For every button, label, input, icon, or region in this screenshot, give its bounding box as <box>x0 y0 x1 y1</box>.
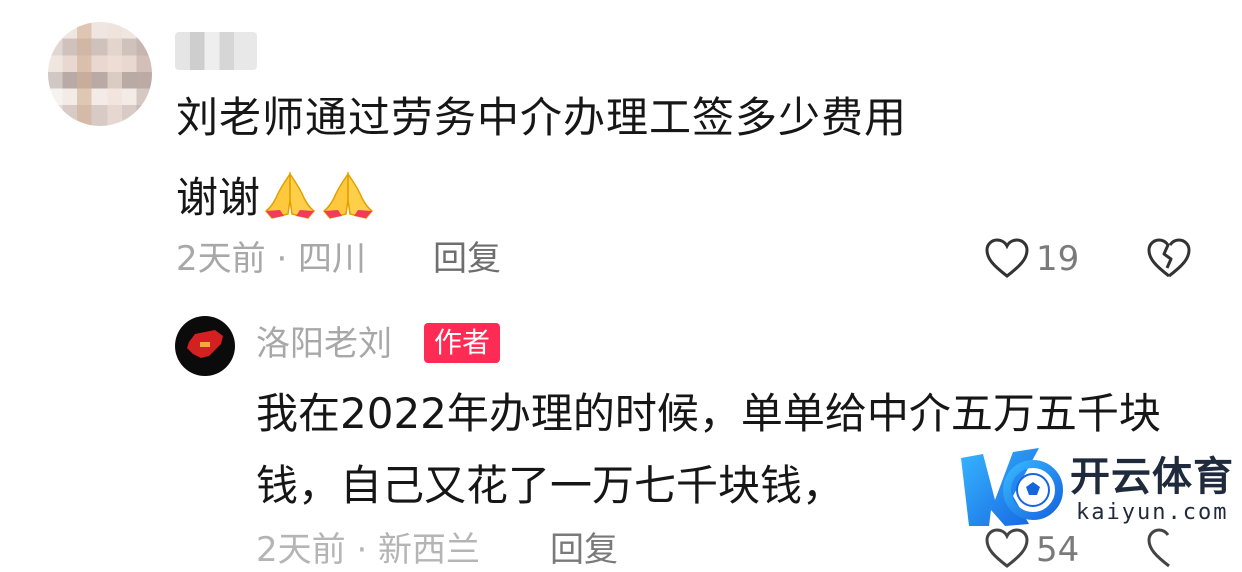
comment-text: 刘老师通过劳务中介办理工签多少费用 <box>176 93 908 142</box>
comment-text-line2: 谢谢 <box>176 162 376 224</box>
folded-hands-icon <box>262 170 318 220</box>
comment-meta: 2天前 · 四川 <box>176 239 367 279</box>
like-count: 19 <box>1036 239 1080 279</box>
watermark-domain: kaiyun.com <box>1076 500 1229 525</box>
reply-meta: 2天前 · 新西兰 <box>256 530 481 570</box>
reply-text-line2: 钱，自己又花了一万七千块钱， <box>256 461 845 510</box>
reply-text: 我在2022年办理的时候，单单给中介五万五千块 <box>256 389 1161 438</box>
reply-button[interactable]: 回复 <box>433 237 501 281</box>
avatar[interactable] <box>48 22 152 126</box>
heart-icon[interactable] <box>984 236 1030 282</box>
watermark-name: 开云体育 <box>1070 454 1234 500</box>
author-avatar[interactable] <box>175 316 235 376</box>
author-badge: 作者 <box>424 323 501 363</box>
reply-reply-button[interactable]: 回复 <box>550 528 618 572</box>
username-blurred[interactable] <box>175 32 257 70</box>
folded-hands-icon <box>320 170 376 220</box>
comment-text-thanks: 谢谢 <box>176 173 261 222</box>
dislike-broken-heart-icon[interactable] <box>1144 236 1194 282</box>
author-name[interactable]: 洛阳老刘 <box>256 322 392 366</box>
